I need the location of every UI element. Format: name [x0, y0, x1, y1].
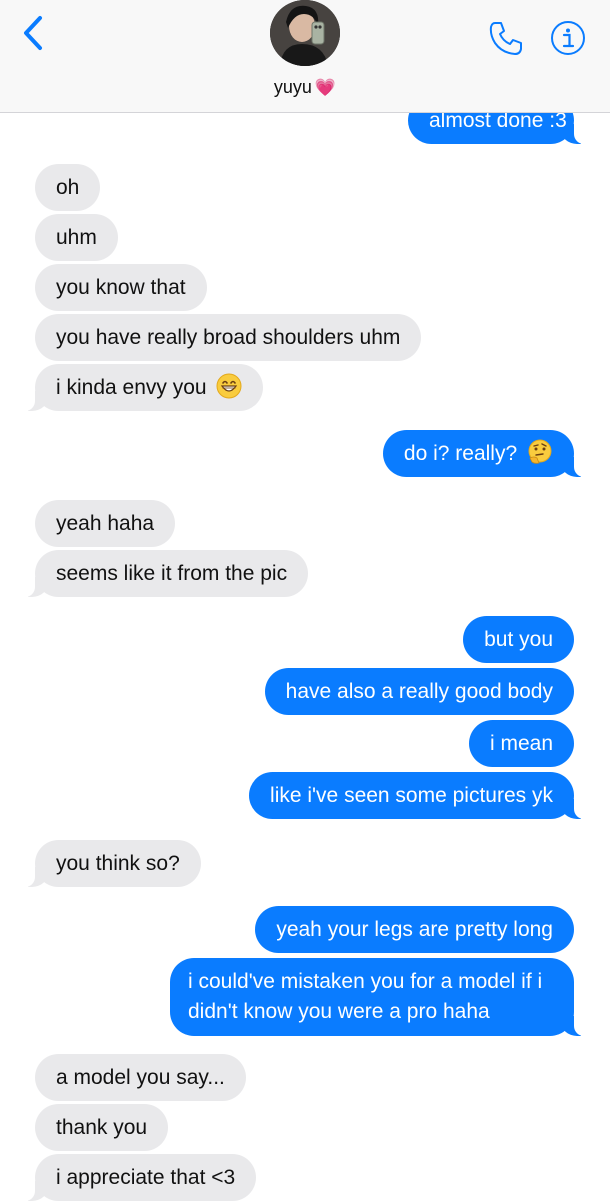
message-text: yeah your legs are pretty long [276, 918, 553, 941]
message-text: i mean [489, 732, 553, 755]
message-bubble-incoming[interactable]: i appreciate that <3 [24, 1154, 257, 1201]
message-bubble-incoming[interactable]: a model you say... [35, 1054, 246, 1101]
message-text: uhm [56, 226, 97, 249]
message-text: you have really broad shoulders uhm [56, 326, 401, 349]
message-bubble-outgoing[interactable]: but you [463, 616, 574, 663]
message-bubble-incoming[interactable]: yeah haha [35, 500, 176, 547]
message-text: have also a really good body [285, 680, 553, 703]
message-text: but you [484, 628, 553, 651]
message-bubble-outgoing[interactable]: have also a really good body [264, 668, 574, 715]
back-button[interactable] [18, 14, 50, 54]
message-text: i could've mistaken you for a model if i… [188, 970, 543, 1023]
info-button[interactable] [550, 20, 586, 56]
message-text: i kinda envy you [56, 376, 207, 399]
message-text: oh [56, 176, 80, 199]
message-bubble-outgoing[interactable]: i mean [468, 720, 574, 767]
message-text: you know that [56, 276, 186, 299]
message-bubble-outgoing[interactable]: do i? really? [382, 430, 585, 477]
message-bubble-incoming[interactable]: you think so? [25, 840, 201, 887]
chevron-left-icon [24, 16, 42, 50]
phone-icon [489, 22, 522, 55]
message-bubble-incoming[interactable]: oh [35, 164, 101, 211]
message-bubble-outgoing[interactable]: like i've seen some pictures yk [249, 772, 584, 819]
message-text: like i've seen some pictures yk [270, 784, 553, 807]
grinning-face-emoji-icon [216, 373, 242, 399]
message-bubble-incoming[interactable]: you have really broad shoulders uhm [35, 314, 422, 361]
message-bubble-outgoing[interactable]: yeah your legs are pretty long [255, 906, 574, 953]
message-text: yeah haha [56, 512, 155, 535]
contact-avatar[interactable] [270, 0, 340, 66]
message-text: you think so? [56, 852, 180, 875]
thinking-face-emoji-icon [528, 439, 552, 464]
message-bubble-incoming[interactable]: i kinda envy you [24, 364, 264, 411]
message-bubble-incoming[interactable]: uhm [35, 214, 118, 261]
message-text: seems like it from the pic [56, 562, 288, 585]
conversation-header: yuyu 💗 [0, 0, 610, 113]
heart-emoji: 💗 [314, 78, 337, 97]
message-bubble-incoming[interactable]: seems like it from the pic [24, 550, 309, 597]
info-icon [551, 21, 585, 55]
contact-name[interactable]: yuyu 💗 [0, 77, 610, 98]
message-text: do i? really? [403, 442, 518, 465]
message-bubble-incoming[interactable]: thank you [35, 1104, 169, 1151]
message-bubble-incoming[interactable]: you know that [35, 264, 207, 311]
message-text: i appreciate that <3 [56, 1166, 236, 1189]
message-text: a model you say... [56, 1066, 225, 1089]
message-bubble-outgoing[interactable]: i could've mistaken you for a model if i… [170, 958, 584, 1036]
avatar-photo [270, 0, 340, 66]
call-button[interactable] [486, 18, 526, 58]
message-text: thank you [56, 1116, 148, 1139]
contact-name-text: yuyu [273, 77, 312, 97]
